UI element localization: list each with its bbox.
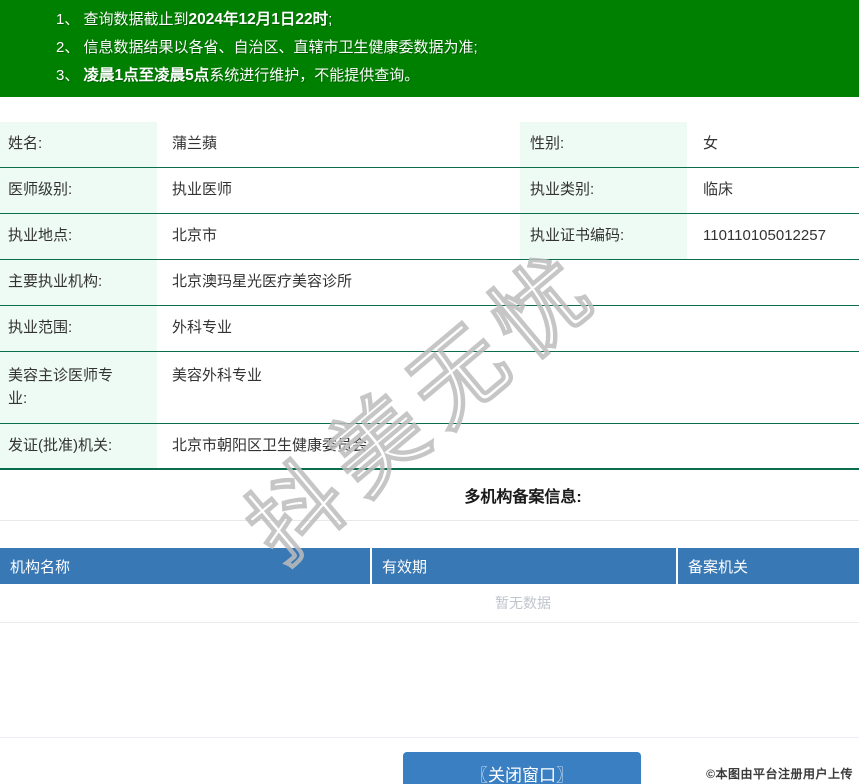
gender-label: 性别:	[520, 122, 687, 167]
cosmetic-specialty-label: 美容主诊医师专业:	[0, 352, 157, 423]
main-institution-value: 北京澳玛星光医疗美容诊所	[172, 273, 353, 291]
profile-row-name-gender: 姓名: 蒲兰蘋 性别: 女	[0, 122, 859, 168]
notice-line-3: 3、 凌晨1点至凌晨5点系统进行维护，不能提供查询。	[56, 62, 849, 90]
profile-row-practice-scope: 执业范围: 外科专业	[0, 306, 859, 352]
practice-scope-label: 执业范围:	[0, 306, 157, 351]
doctor-profile-table: 姓名: 蒲兰蘋 性别: 女 医师级别: 执业医师 执业类别: 临床 执业地点: …	[0, 122, 859, 470]
practice-category-label: 执业类别:	[520, 168, 687, 213]
cosmetic-specialty-value: 美容外科专业	[172, 367, 263, 384]
main-institution-label: 主要执业机构:	[0, 260, 157, 305]
notice-banner: 1、 查询数据截止到2024年12月1日22时; 2、 信息数据结果以各省、自治…	[0, 0, 859, 97]
practice-category-value: 临床	[703, 181, 734, 199]
certificate-number-value: 110110105012257	[703, 227, 826, 245]
notice-1-text: 1、 查询数据截止到	[56, 11, 189, 28]
notice-2-text: 2、 信息数据结果以各省、自治区、直辖市卫生健康委数据为准;	[56, 39, 478, 56]
practice-location-value: 北京市	[172, 227, 218, 245]
certificate-number-label: 执业证书编码:	[520, 214, 687, 259]
notice-1-bold: 2024年12月1日22时	[188, 11, 329, 28]
filing-table-header: 机构名称 有效期 备案机关	[0, 548, 859, 584]
doctor-level-label: 医师级别:	[0, 168, 157, 213]
bottom-divider	[0, 737, 859, 738]
notice-line-2: 2、 信息数据结果以各省、自治区、直辖市卫生健康委数据为准;	[56, 34, 849, 62]
multi-institution-section: 多机构备案信息:	[0, 470, 859, 521]
issuing-authority-value: 北京市朝阳区卫生健康委员会	[172, 436, 368, 454]
name-value: 蒲兰蘋	[172, 135, 218, 153]
profile-row-issuing-authority: 发证(批准)机关: 北京市朝阳区卫生健康委员会	[0, 424, 859, 470]
profile-row-level-category: 医师级别: 执业医师 执业类别: 临床	[0, 168, 859, 214]
practice-location-label: 执业地点:	[0, 214, 157, 259]
multi-institution-title: 多机构备案信息:	[464, 489, 582, 506]
issuing-authority-label: 发证(批准)机关:	[0, 424, 157, 468]
gender-value: 女	[703, 135, 719, 153]
practice-scope-value: 外科专业	[172, 319, 233, 337]
profile-row-cosmetic-specialty: 美容主诊医师专业: 美容外科专业	[0, 352, 859, 424]
column-validity-period: 有效期	[370, 548, 676, 584]
upload-stamp-text: ©本图由平台注册用户上传	[706, 767, 853, 781]
column-institution-name: 机构名称	[10, 558, 71, 576]
name-label: 姓名:	[0, 122, 157, 167]
notice-3-bold: 凌晨1点至凌晨5点	[83, 67, 210, 84]
filing-empty-state: 暂无数据	[0, 584, 859, 623]
notice-3-text: 3、	[56, 67, 84, 84]
profile-row-location-certno: 执业地点: 北京市 执业证书编码: 110110105012257	[0, 214, 859, 260]
column-filing-authority: 备案机关	[676, 548, 859, 584]
doctor-level-value: 执业医师	[172, 181, 233, 199]
notice-3-suffix: 系统进行维护，不能提供查询。	[209, 67, 420, 84]
profile-row-main-institution: 主要执业机构: 北京澳玛星光医疗美容诊所	[0, 260, 859, 306]
doctor-license-query-result-page: 1、 查询数据截止到2024年12月1日22时; 2、 信息数据结果以各省、自治…	[0, 0, 859, 784]
notice-1-suffix: ;	[328, 11, 333, 28]
notice-line-1: 1、 查询数据截止到2024年12月1日22时;	[56, 6, 849, 34]
close-window-button[interactable]: 〖关闭窗口〗	[403, 752, 641, 784]
